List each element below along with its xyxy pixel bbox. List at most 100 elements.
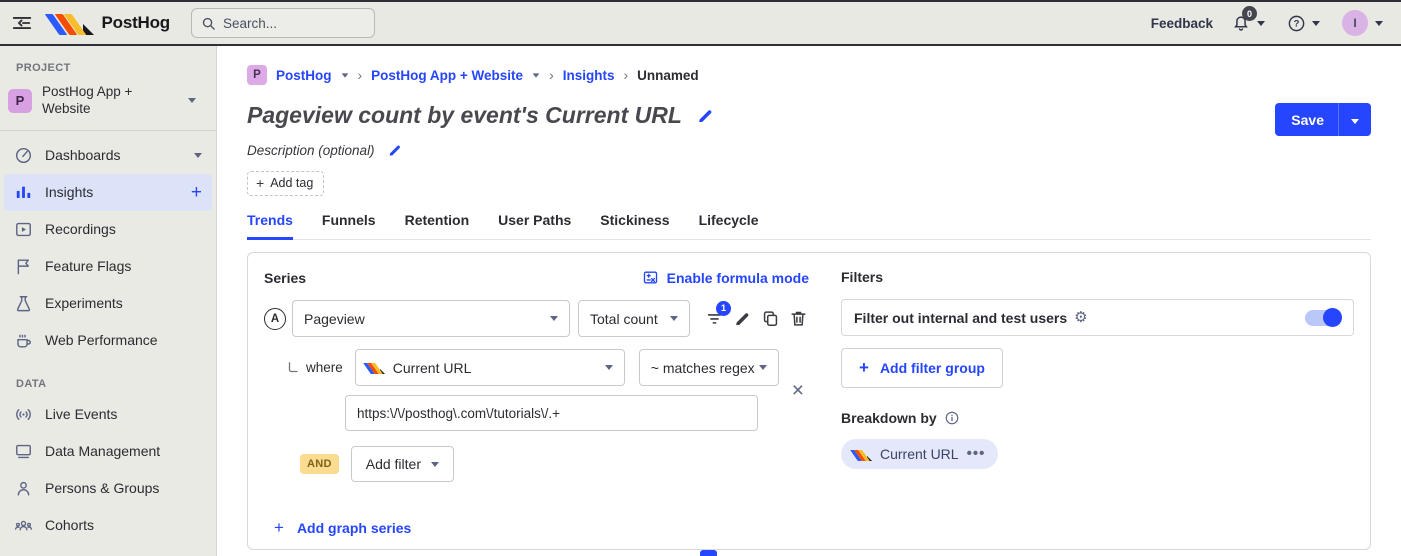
sidebar-item-label: Persons & Groups xyxy=(45,480,159,496)
series-panel: Series Enable formula mode A Pageview To… xyxy=(264,269,809,533)
breadcrumb: P PostHog › PostHog App + Website › Insi… xyxy=(247,65,1371,85)
sidebar-item-feature-flags[interactable]: Feature Flags xyxy=(4,248,212,285)
search-icon xyxy=(201,16,216,31)
breadcrumb-item-current: Unnamed xyxy=(637,68,699,83)
feedback-link[interactable]: Feedback xyxy=(1151,16,1213,31)
regex-value-input[interactable] xyxy=(345,395,758,431)
search-input[interactable] xyxy=(223,16,353,31)
sidebar: PROJECT P PostHog App + Website Dashboar… xyxy=(0,46,217,556)
sidebar-item-live-events[interactable]: Live Events xyxy=(4,396,212,433)
filters-title: Filters xyxy=(841,269,883,285)
series-delete-button[interactable] xyxy=(788,309,808,329)
tab-stickiness[interactable]: Stickiness xyxy=(600,212,669,240)
add-tag-label: Add tag xyxy=(270,176,313,190)
project-name: PostHog App + Website xyxy=(42,84,160,118)
notification-count-badge: 0 xyxy=(1242,6,1257,21)
sidebar-item-persons-groups[interactable]: Persons & Groups xyxy=(4,470,212,507)
sidebar-item-partial[interactable] xyxy=(4,545,212,556)
info-icon[interactable] xyxy=(944,410,960,426)
breakdown-by-label: Breakdown by xyxy=(841,410,937,426)
sidebar-item-label: Web Performance xyxy=(45,332,158,348)
person-icon xyxy=(14,479,33,498)
collapse-sidebar-icon[interactable] xyxy=(11,12,33,34)
remove-filter-icon[interactable]: × xyxy=(792,380,804,401)
series-duplicate-button[interactable] xyxy=(760,309,780,329)
breadcrumb-project-badge: P xyxy=(247,65,267,85)
add-graph-series-button[interactable]: + Add graph series xyxy=(264,518,809,538)
breakdown-chip[interactable]: Current URL ••• xyxy=(841,439,998,469)
sidebar-item-experiments[interactable]: Experiments xyxy=(4,285,212,322)
tab-lifecycle[interactable]: Lifecycle xyxy=(699,212,759,240)
add-filter-button[interactable]: Add filter xyxy=(351,446,454,482)
breadcrumb-item-posthog[interactable]: PostHog xyxy=(276,68,332,83)
corner-arrow-icon xyxy=(286,361,300,375)
aggregation-select[interactable]: Total count xyxy=(578,300,690,337)
save-button[interactable]: Save xyxy=(1275,103,1371,136)
sidebar-item-insights[interactable]: Insights + xyxy=(4,174,212,211)
save-button-label[interactable]: Save xyxy=(1275,112,1338,128)
where-label: where xyxy=(306,360,343,375)
operator-select[interactable]: ~ matches regex xyxy=(639,349,779,386)
partial-element-below-fold xyxy=(700,550,717,556)
series-badge-a: A xyxy=(264,308,286,330)
sidebar-item-label: Data Management xyxy=(45,443,160,459)
insight-type-tabs: Trends Funnels Retention User Paths Stic… xyxy=(247,212,1371,240)
tab-trends[interactable]: Trends xyxy=(247,212,293,240)
sidebar-item-dashboards[interactable]: Dashboards xyxy=(4,137,212,174)
and-operator-badge: AND xyxy=(300,454,339,474)
property-select-value: Current URL xyxy=(393,360,472,376)
add-filter-group-button[interactable]: + Add filter group xyxy=(841,348,1003,388)
breadcrumb-item-insights[interactable]: Insights xyxy=(563,68,615,83)
series-rename-button[interactable] xyxy=(732,309,752,329)
property-select[interactable]: Current URL xyxy=(355,349,625,386)
description-placeholder: Description (optional) xyxy=(247,143,375,158)
sidebar-item-label: Cohorts xyxy=(45,517,94,533)
save-options-button[interactable] xyxy=(1339,111,1371,129)
add-graph-series-label: Add graph series xyxy=(297,520,411,536)
more-options-icon[interactable]: ••• xyxy=(967,450,986,458)
series-row-a: A Pageview Total count 1 xyxy=(264,300,809,337)
gear-icon[interactable]: ⚙ xyxy=(1074,310,1087,325)
insights-icon xyxy=(14,183,33,202)
avatar: I xyxy=(1342,10,1368,36)
operator-select-value: ~ matches regex xyxy=(651,360,755,376)
add-tag-button[interactable]: + Add tag xyxy=(247,171,324,196)
enable-formula-mode-link[interactable]: Enable formula mode xyxy=(642,269,809,286)
notifications-button[interactable]: 0 xyxy=(1231,13,1267,33)
sidebar-item-web-performance[interactable]: Web Performance xyxy=(4,322,212,359)
sidebar-divider xyxy=(0,130,216,131)
posthog-property-icon xyxy=(854,448,872,461)
formula-link-label: Enable formula mode xyxy=(667,270,809,286)
new-insight-button[interactable]: + xyxy=(191,183,202,202)
search-box[interactable] xyxy=(191,8,375,38)
sidebar-item-label: Recordings xyxy=(45,221,116,237)
add-filter-label: Add filter xyxy=(366,456,421,472)
posthog-logo[interactable]: PostHog xyxy=(52,11,170,35)
sidebar-item-cohorts[interactable]: Cohorts xyxy=(4,507,212,544)
tab-retention[interactable]: Retention xyxy=(405,212,470,240)
test-users-toggle[interactable] xyxy=(1305,310,1341,326)
recordings-icon xyxy=(14,220,33,239)
edit-description-icon[interactable] xyxy=(387,142,403,158)
add-filter-group-label: Add filter group xyxy=(880,360,985,376)
tab-user-paths[interactable]: User Paths xyxy=(498,212,571,240)
sidebar-item-label: Insights xyxy=(45,184,93,200)
series-filter-button[interactable]: 1 xyxy=(704,309,724,329)
sidebar-item-label: Experiments xyxy=(45,295,123,311)
svg-text:?: ? xyxy=(1294,18,1300,29)
project-section-label: PROJECT xyxy=(16,62,200,74)
tab-funnels[interactable]: Funnels xyxy=(322,212,376,240)
trash-icon xyxy=(789,309,808,328)
plus-icon: + xyxy=(256,175,264,191)
coffee-icon xyxy=(14,331,33,350)
cohorts-icon xyxy=(14,516,33,535)
project-selector[interactable]: P PostHog App + Website xyxy=(0,80,216,122)
sidebar-item-data-management[interactable]: Data Management xyxy=(4,433,212,470)
help-button[interactable]: ? xyxy=(1287,14,1320,33)
breadcrumb-item-project[interactable]: PostHog App + Website xyxy=(371,68,523,83)
edit-title-icon[interactable] xyxy=(696,106,715,125)
sidebar-item-recordings[interactable]: Recordings xyxy=(4,211,212,248)
property-filter-block: where Current URL ~ matches regex xyxy=(264,349,809,431)
event-select[interactable]: Pageview xyxy=(292,300,570,337)
account-menu[interactable]: I xyxy=(1342,10,1383,36)
